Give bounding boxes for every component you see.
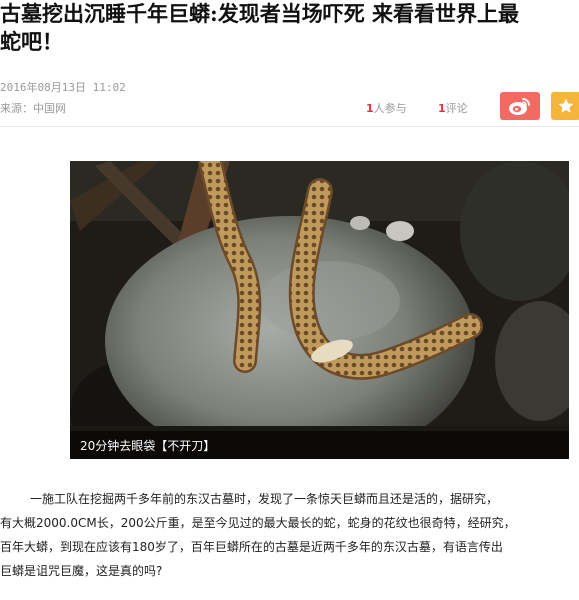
body-line-2: 有大概2000.0CM长，200公斤重，是至今见过的最大最长的蛇，蛇身的花纹也很… (0, 516, 516, 530)
favorite-button[interactable] (551, 92, 579, 120)
weibo-icon (509, 98, 530, 115)
article-body: 一施工队在挖掘两千多年前的东汉古墓时，发现了一条惊天巨蟒而且还是活的，据研究， … (0, 487, 579, 583)
article-title-line-2: 蛇吧！ (0, 29, 63, 54)
body-line-1: 一施工队在挖掘两千多年前的东汉古墓时，发现了一条惊天巨蟒而且还是活的，据研究， (30, 492, 499, 506)
star-icon (558, 98, 574, 113)
article-source: 来源：中国网 (0, 102, 66, 115)
participants-label: 人参与 (373, 102, 407, 115)
body-line-4: 巨蟒是诅咒巨魔，这是真的吗? (0, 564, 163, 578)
comments-number: 1 (438, 102, 446, 115)
article-title: 古墓挖出沉睡千年巨蟒:发现者当场吓死 来看看世界上最 蛇吧！ (0, 0, 579, 56)
comments-count[interactable]: 1评论 (438, 100, 468, 116)
snake-photo-illustration (70, 161, 569, 459)
header-divider (0, 126, 579, 127)
publish-date: 2016年08月13日 11:02 (0, 81, 126, 94)
article-photo[interactable]: 20分钟去眼袋【不开刀】 (70, 161, 569, 459)
image-caption-bar[interactable]: 20分钟去眼袋【不开刀】 (70, 431, 569, 459)
body-line-3: 百年大蟒，到现在应该有180岁了，百年巨蟒所在的古墓是近两千多年的东汉古墓，有语… (0, 540, 503, 554)
weibo-share-button[interactable] (500, 92, 540, 120)
comments-label: 评论 (445, 102, 468, 115)
image-caption[interactable]: 20分钟去眼袋【不开刀】 (80, 437, 215, 454)
participants-number: 1 (366, 102, 374, 115)
article-title-line-1: 古墓挖出沉睡千年巨蟒:发现者当场吓死 来看看世界上最 (0, 1, 520, 26)
participants-count[interactable]: 1人参与 (366, 100, 407, 116)
